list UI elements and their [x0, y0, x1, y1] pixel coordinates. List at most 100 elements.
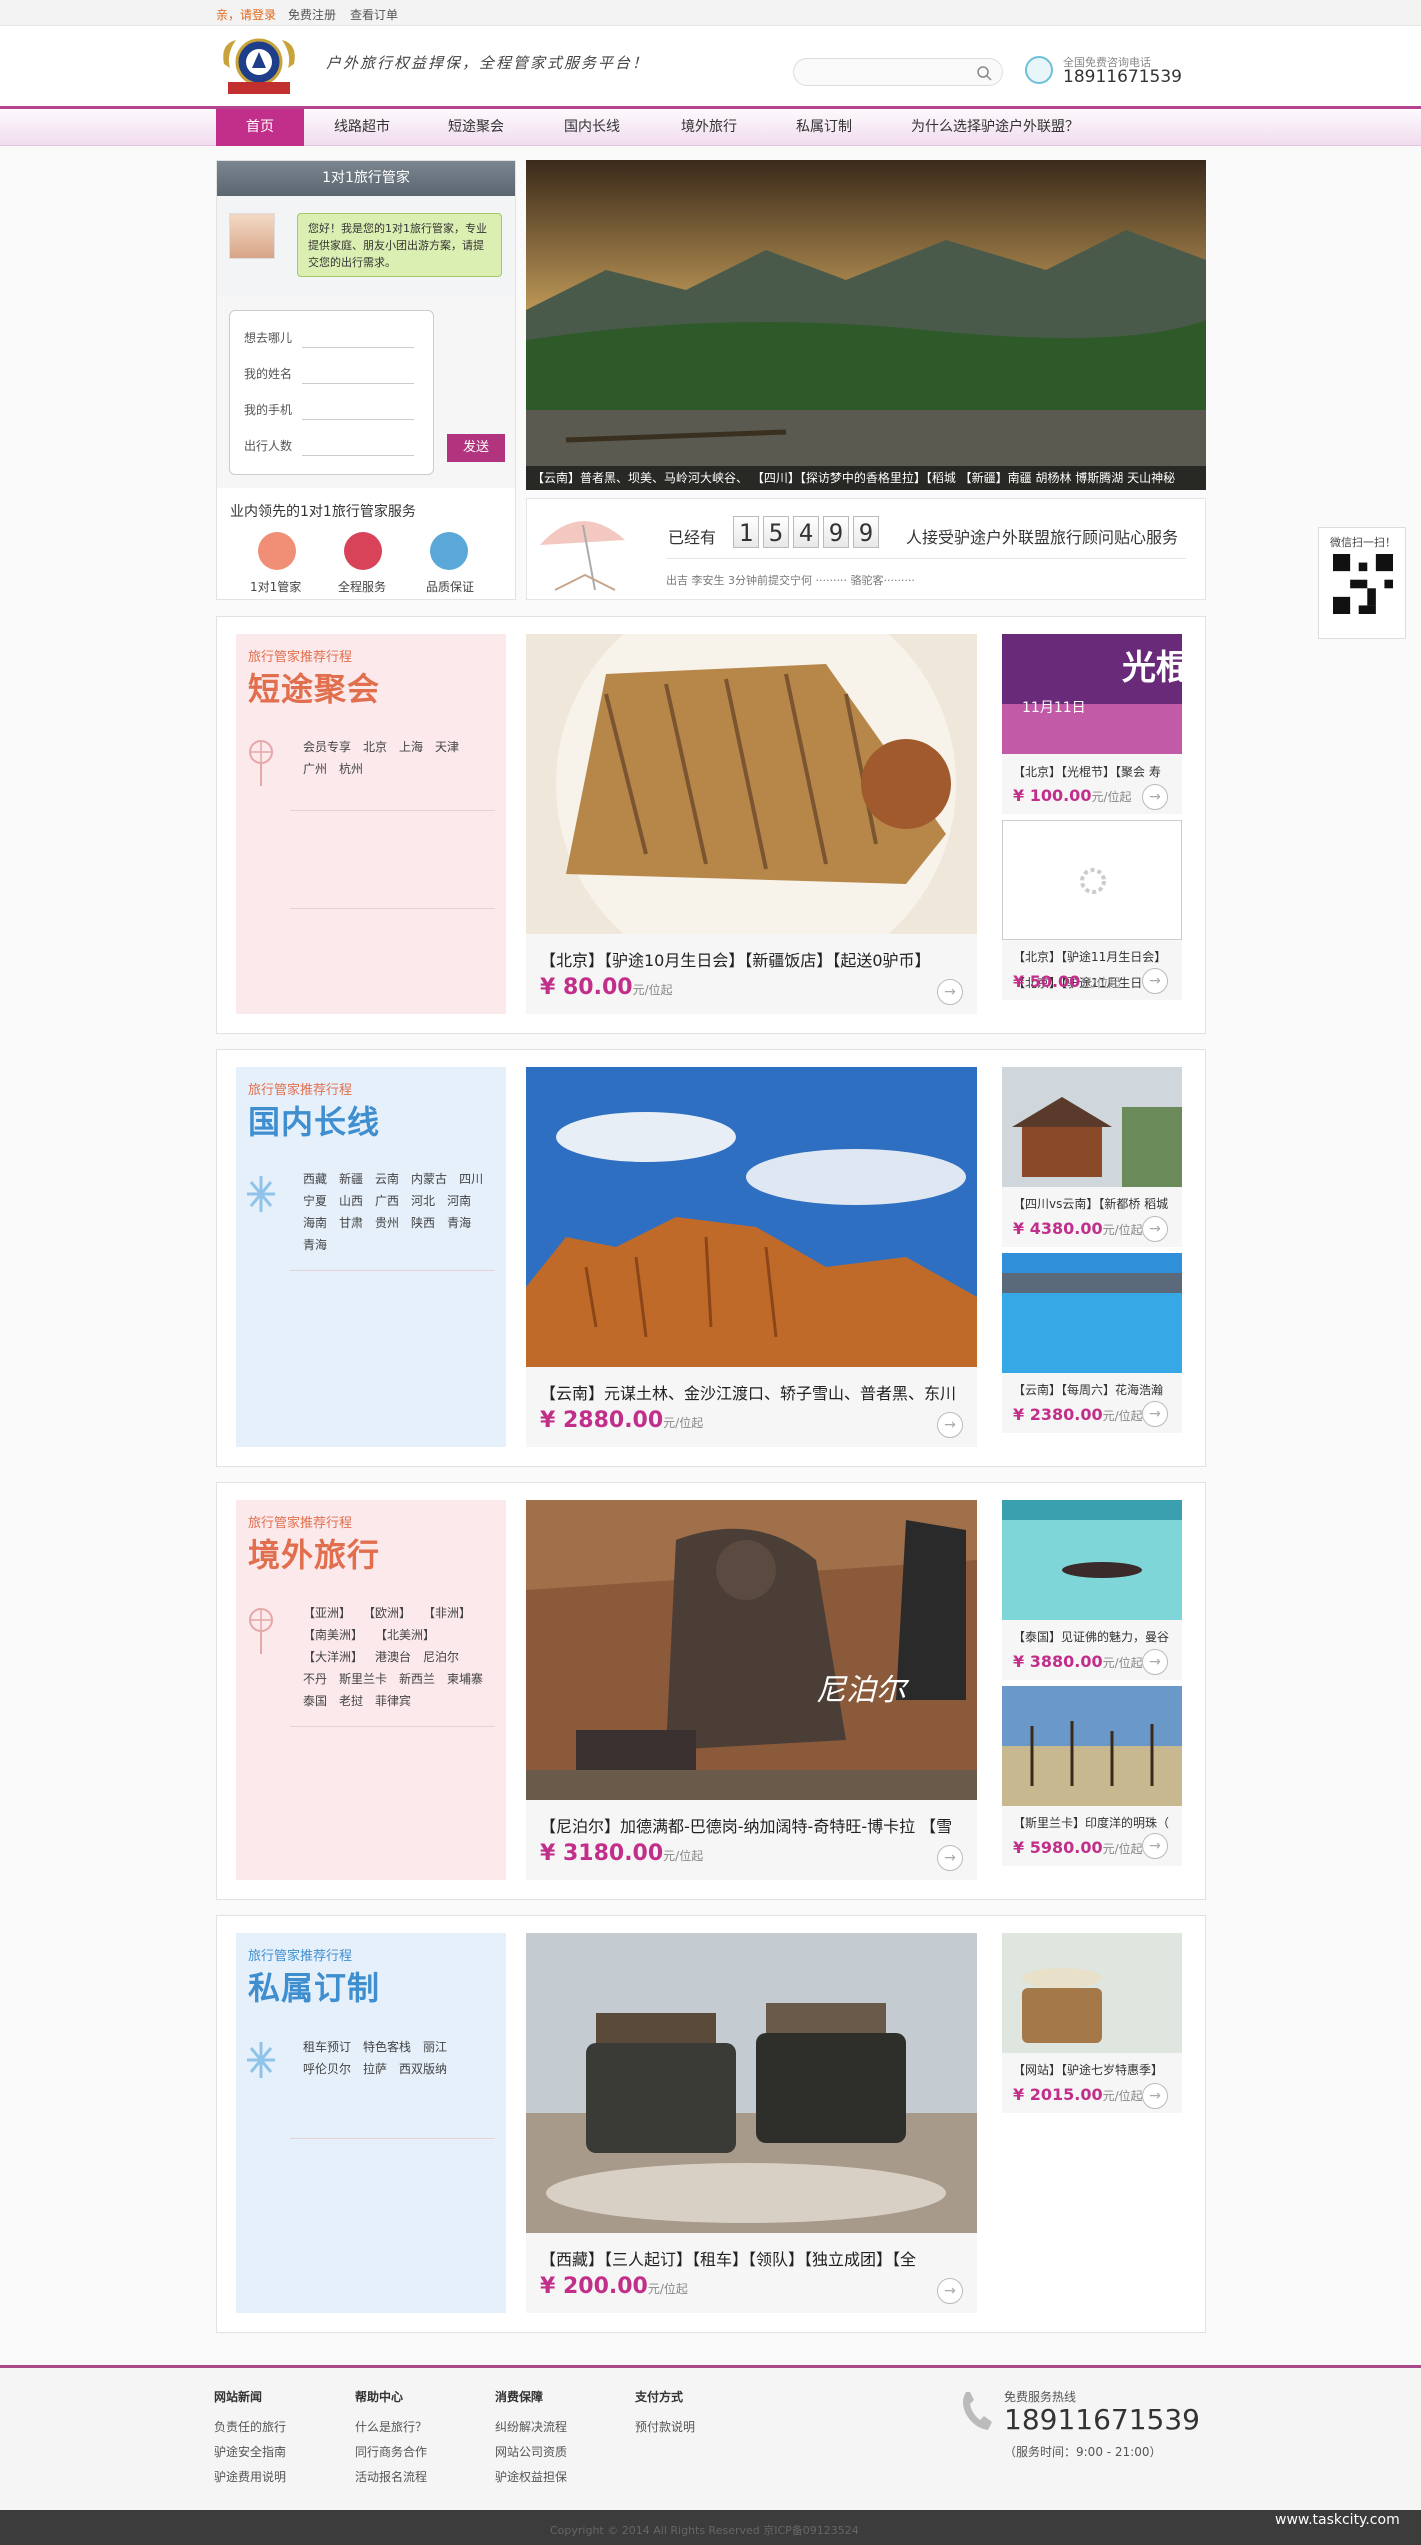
- tag-link[interactable]: 青海: [447, 1212, 471, 1234]
- tag-link[interactable]: 泰国: [303, 1690, 327, 1712]
- thumb-title[interactable]: 【四川vs云南】【新都桥 稻城: [1013, 1195, 1178, 1212]
- tag-link[interactable]: 上海: [399, 736, 423, 758]
- tag-link[interactable]: 河南: [447, 1190, 471, 1212]
- orders-link[interactable]: 查看订单: [350, 6, 398, 23]
- arrow-right-icon[interactable]: →: [1142, 1833, 1168, 1859]
- main-item-title[interactable]: 【云南】元谋土林、金沙江渡口、轿子雪山、普者黑、东川: [540, 1380, 970, 1404]
- section-title[interactable]: 私属订制: [248, 1963, 380, 2009]
- nav-why-us[interactable]: 为什么选择驴途户外联盟？: [900, 109, 1090, 146]
- tag-link[interactable]: 广州: [303, 758, 327, 780]
- thumb-title[interactable]: 【云南】【每周六】花海浩瀚: [1013, 1381, 1178, 1398]
- tag-link[interactable]: 丽江: [423, 2036, 447, 2058]
- footer-link[interactable]: 预付款说明: [635, 2418, 695, 2435]
- thumb-image-loading[interactable]: [1002, 820, 1182, 940]
- tag-link[interactable]: 天津: [435, 736, 459, 758]
- custom-main-image[interactable]: [526, 1933, 977, 2233]
- thumb-image[interactable]: [1002, 1067, 1182, 1187]
- section-title[interactable]: 短途聚会: [248, 664, 380, 710]
- tag-link[interactable]: 云南: [375, 1168, 399, 1190]
- nav-custom[interactable]: 私属订制: [780, 109, 868, 146]
- tag-link[interactable]: 菲律宾: [375, 1690, 411, 1712]
- tag-link[interactable]: 港澳台: [375, 1646, 411, 1668]
- arrow-right-icon[interactable]: →: [1142, 1216, 1168, 1242]
- nav-overseas[interactable]: 境外旅行: [665, 109, 753, 146]
- footer-link[interactable]: 驴途费用说明: [214, 2468, 286, 2485]
- tag-link[interactable]: 【大洋洲】: [303, 1646, 363, 1668]
- main-item-title[interactable]: 【西藏】【三人起订】【租车】【领队】【独立成团】【全: [540, 2246, 970, 2270]
- tag-link[interactable]: 陕西: [411, 1212, 435, 1234]
- tag-link[interactable]: 尼泊尔: [423, 1646, 459, 1668]
- tag-link[interactable]: 特色客栈: [363, 2036, 411, 2058]
- arrow-right-icon[interactable]: →: [937, 1412, 963, 1438]
- tag-link[interactable]: 老挝: [339, 1690, 363, 1712]
- tag-link[interactable]: 广西: [375, 1190, 399, 1212]
- arrow-right-icon[interactable]: →: [1142, 968, 1168, 994]
- tag-link[interactable]: 贵州: [375, 1212, 399, 1234]
- thumb-image[interactable]: [1002, 1933, 1182, 2053]
- tag-link[interactable]: 拉萨: [363, 2058, 387, 2080]
- tag-link[interactable]: 西双版纳: [399, 2058, 447, 2080]
- tag-link[interactable]: 不丹: [303, 1668, 327, 1690]
- tag-link[interactable]: 北京: [363, 736, 387, 758]
- nav-routes[interactable]: 线路超市: [318, 109, 406, 146]
- tag-link[interactable]: 西藏: [303, 1168, 327, 1190]
- tag-link[interactable]: 斯里兰卡: [339, 1668, 387, 1690]
- tag-link[interactable]: 甘肃: [339, 1212, 363, 1234]
- tag-link[interactable]: 新西兰: [399, 1668, 435, 1690]
- tag-link[interactable]: 青海: [303, 1234, 327, 1256]
- thumb-title[interactable]: 【北京】【驴途11月生日会】: [1013, 948, 1178, 965]
- tag-link[interactable]: 会员专享: [303, 736, 351, 758]
- tag-link[interactable]: 海南: [303, 1212, 327, 1234]
- short-trip-main-image[interactable]: [526, 634, 977, 934]
- thumb-image[interactable]: [1002, 1253, 1182, 1373]
- nav-short-trip[interactable]: 短途聚会: [432, 109, 520, 146]
- tag-link[interactable]: 杭州: [339, 758, 363, 780]
- footer-link[interactable]: 驴途权益担保: [495, 2468, 567, 2485]
- tag-link[interactable]: 【非洲】: [423, 1602, 471, 1624]
- tag-link[interactable]: 【亚洲】: [303, 1602, 351, 1624]
- footer-link[interactable]: 驴途安全指南: [214, 2443, 286, 2460]
- tag-link[interactable]: 四川: [459, 1168, 483, 1190]
- tag-link[interactable]: 山西: [339, 1190, 363, 1212]
- overseas-main-image[interactable]: 尼泊尔: [526, 1500, 977, 1800]
- section-title[interactable]: 国内长线: [248, 1097, 380, 1143]
- arrow-right-icon[interactable]: →: [1142, 2083, 1168, 2109]
- thumb-image[interactable]: 光棍 11月11日: [1002, 634, 1182, 754]
- login-link[interactable]: 亲，请登录: [216, 6, 276, 23]
- footer-link[interactable]: 活动报名流程: [355, 2468, 427, 2485]
- thumb-image[interactable]: [1002, 1686, 1182, 1806]
- tag-link[interactable]: 【北美洲】: [375, 1624, 435, 1646]
- arrow-right-icon[interactable]: →: [1142, 1401, 1168, 1427]
- tag-link[interactable]: 呼伦贝尔: [303, 2058, 351, 2080]
- field-phone-input[interactable]: [302, 419, 414, 420]
- search-box[interactable]: [793, 58, 1003, 86]
- search-icon[interactable]: [976, 65, 992, 81]
- tag-link[interactable]: 内蒙古: [411, 1168, 447, 1190]
- field-name-input[interactable]: [302, 383, 414, 384]
- main-item-title[interactable]: 【北京】【驴途10月生日会】【新疆饭店】【起送0驴币】: [540, 947, 970, 971]
- tag-link[interactable]: 河北: [411, 1190, 435, 1212]
- arrow-right-icon[interactable]: →: [937, 1845, 963, 1871]
- section-title[interactable]: 境外旅行: [248, 1530, 380, 1576]
- main-item-title[interactable]: 【尼泊尔】加德满都-巴德岗-纳加阔特-奇特旺-博卡拉 【雪: [540, 1813, 970, 1837]
- domestic-main-image[interactable]: [526, 1067, 977, 1367]
- field-destination-input[interactable]: [302, 347, 414, 348]
- thumb-title[interactable]: 【斯里兰卡】印度洋的明珠（: [1013, 1814, 1178, 1831]
- footer-link[interactable]: 同行商务合作: [355, 2443, 427, 2460]
- thumb-image[interactable]: [1002, 1500, 1182, 1620]
- field-people-input[interactable]: [302, 455, 414, 456]
- register-link[interactable]: 免费注册: [288, 6, 336, 23]
- footer-link[interactable]: 负责任的旅行: [214, 2418, 286, 2435]
- tag-link[interactable]: 租车预订: [303, 2036, 351, 2058]
- thumb-title[interactable]: 【北京】【光棍节】【聚会 寿: [1013, 763, 1178, 780]
- nav-home[interactable]: 首页: [216, 109, 304, 146]
- tag-link[interactable]: 宁夏: [303, 1190, 327, 1212]
- site-logo[interactable]: [216, 34, 302, 98]
- tag-link[interactable]: 【南美洲】: [303, 1624, 363, 1646]
- tag-link[interactable]: 柬埔寨: [447, 1668, 483, 1690]
- arrow-right-icon[interactable]: →: [1142, 1649, 1168, 1675]
- thumb-title[interactable]: 【网站】【驴途七岁特惠季】: [1013, 2061, 1178, 2078]
- search-input[interactable]: [804, 63, 964, 81]
- footer-link[interactable]: 纠纷解决流程: [495, 2418, 567, 2435]
- nav-domestic[interactable]: 国内长线: [548, 109, 636, 146]
